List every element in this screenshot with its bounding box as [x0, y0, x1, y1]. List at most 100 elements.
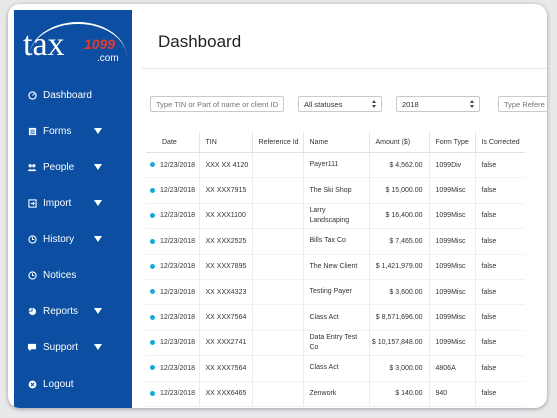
cell-corrected: false	[474, 381, 525, 407]
cell-tin: XX XXX7915	[198, 177, 252, 204]
cell-date-text: 12/23/2018	[160, 390, 196, 398]
table-row[interactable]: 12/23/2018 XX XXX2525 Bills Tax Co $ 7,465.…	[146, 228, 525, 255]
table-row[interactable]: 12/23/2018 XX XXX7564 Class Act $ 8,571,696…	[146, 304, 525, 331]
reports-icon	[27, 306, 37, 316]
cell-form: 1099Misc	[428, 228, 475, 255]
status-dot-icon	[150, 162, 155, 168]
cell-date: 12/23/2018	[146, 203, 199, 230]
cell-date-text: 12/23/2018	[160, 212, 196, 220]
forms-table-container: Date TIN Reference Id Name Amount ($) Fo…	[146, 132, 547, 408]
table-row[interactable]: 12/23/2018 XX XXX6465 Zenwork $ 140.00 940 fa…	[146, 381, 525, 407]
logo-brand: tax	[23, 26, 65, 63]
cell-tin: XX XXX7564	[198, 304, 252, 331]
table-row[interactable]: 12/23/2018 XX XXX1100 Larry Landscaping $ 1…	[146, 203, 525, 230]
status-select[interactable]: All statuses	[298, 96, 382, 112]
cell-ref	[251, 254, 303, 280]
table-row[interactable]: 12/23/2018 XX XXX4323 Testing Payer $ 3,600…	[146, 279, 525, 306]
sidebar-item-label: Dashboard	[43, 89, 92, 101]
table-row[interactable]: 12/23/2018 XX XXX7564 Class Act $ 3,000.00 4…	[146, 355, 525, 382]
status-dot-icon	[150, 213, 155, 219]
reference-field[interactable]	[504, 99, 547, 109]
search-field[interactable]	[156, 99, 283, 109]
cell-date: 12/23/2018	[146, 152, 199, 179]
cell-form: 1099Misc	[428, 304, 475, 331]
sidebar-item-label: Support	[43, 341, 79, 353]
cell-tin: XX XXX7564	[198, 355, 252, 382]
cell-name: Bills Tax Co	[302, 228, 369, 255]
sidebar-item-history[interactable]: History	[14, 227, 132, 251]
cell-date-text: 12/23/2018	[160, 187, 196, 195]
column-header-tin[interactable]: TIN	[198, 132, 252, 153]
sidebar-item-label: Logout	[43, 378, 74, 390]
sidebar-item-reports[interactable]: Reports	[14, 299, 132, 323]
table-row[interactable]: 12/23/2018 XXX XX 4120 Payer111 $ 4,562.00 1…	[146, 152, 525, 179]
column-header-form-type[interactable]: Form Type	[428, 132, 475, 153]
sidebar-item-label: History	[43, 233, 75, 245]
cell-corrected: false	[474, 152, 525, 179]
table-row[interactable]: 12/23/2018 XX XXX2741 Data Entry Test Co $ …	[146, 330, 525, 357]
table-row[interactable]: 12/23/2018 XX XXX7915 The Ski Shop $ 15,000…	[146, 177, 525, 204]
column-header-reference-id[interactable]: Reference Id	[251, 132, 303, 153]
chevron-down-icon	[94, 164, 102, 170]
sidebar-item-label: Forms	[43, 125, 72, 137]
cell-ref	[251, 304, 303, 331]
people-icon	[27, 162, 37, 172]
cell-date: 12/23/2018	[146, 228, 199, 255]
sidebar-item-notices[interactable]: Notices	[14, 263, 132, 287]
main-content: Dashboard All statuses 2018	[132, 4, 547, 408]
sidebar-item-import[interactable]: Import	[14, 191, 132, 215]
cell-tin: XX XXX4323	[198, 279, 252, 306]
cell-form: 1099Misc	[428, 330, 475, 357]
cell-form: 1099Div	[428, 152, 475, 179]
cell-corrected: false	[474, 355, 525, 382]
cell-ref	[251, 330, 303, 357]
column-header-date[interactable]: Date	[146, 132, 199, 153]
cell-amount: $ 16,400.00	[368, 203, 429, 230]
cell-ref	[251, 279, 303, 306]
cell-amount: $ 4,562.00	[368, 152, 429, 179]
cell-amount: $ 15,000.00	[368, 177, 429, 204]
sidebar-item-dashboard[interactable]: Dashboard	[14, 83, 132, 107]
cell-date: 12/23/2018	[146, 381, 199, 407]
cell-ref	[251, 228, 303, 255]
status-dot-icon	[150, 390, 155, 396]
cell-name: Zenwork	[302, 381, 369, 407]
column-header-amount[interactable]: Amount ($)	[368, 132, 429, 153]
status-dot-icon	[150, 314, 155, 320]
sidebar-item-label: Notices	[43, 269, 77, 281]
cell-form: 4806A	[428, 355, 475, 382]
reference-input[interactable]	[498, 96, 547, 112]
status-select-value: All statuses	[304, 99, 343, 109]
logo-domain: .com	[97, 53, 119, 64]
cell-date-text: 12/23/2018	[160, 237, 196, 245]
cell-corrected: false	[474, 177, 525, 204]
search-input[interactable]	[150, 96, 284, 112]
table-row[interactable]: 12/23/2018 XX XXX7895 The New Client $ 1,42…	[146, 254, 525, 280]
cell-corrected: false	[474, 254, 525, 280]
sidebar-item-people[interactable]: People	[14, 155, 132, 179]
cell-form: 1099Misc	[428, 177, 475, 204]
cell-amount: $ 140.00	[368, 381, 429, 407]
forms-icon	[27, 126, 37, 136]
column-header-is-corrected[interactable]: Is Corrected	[474, 132, 525, 153]
cell-amount: $ 7,465.00	[368, 228, 429, 255]
cell-date-text: 12/23/2018	[160, 314, 196, 322]
cell-amount: $ 8,571,696.00	[368, 304, 429, 331]
cell-date-text: 12/23/2018	[160, 263, 196, 271]
status-dot-icon	[150, 340, 155, 346]
sidebar-item-support[interactable]: Support	[14, 335, 132, 359]
sidebar-item-logout[interactable]: Logout	[14, 372, 132, 396]
cell-date: 12/23/2018	[146, 177, 199, 204]
cell-name: Testing Payer	[302, 279, 369, 306]
cell-date: 12/23/2018	[146, 254, 199, 280]
tax1099-logo[interactable]: tax 1099 .com	[23, 20, 127, 76]
app-window: tax 1099 .com Dashboard Forms People Imp…	[8, 4, 547, 408]
year-select[interactable]: 2018	[396, 96, 480, 112]
status-dot-icon	[150, 289, 155, 295]
support-icon	[27, 342, 37, 352]
sidebar-item-forms[interactable]: Forms	[14, 119, 132, 143]
cell-date: 12/23/2018	[146, 304, 199, 331]
cell-date: 12/23/2018	[146, 330, 199, 357]
column-header-name[interactable]: Name	[302, 132, 369, 153]
cell-amount: $ 3,000.00	[368, 355, 429, 382]
